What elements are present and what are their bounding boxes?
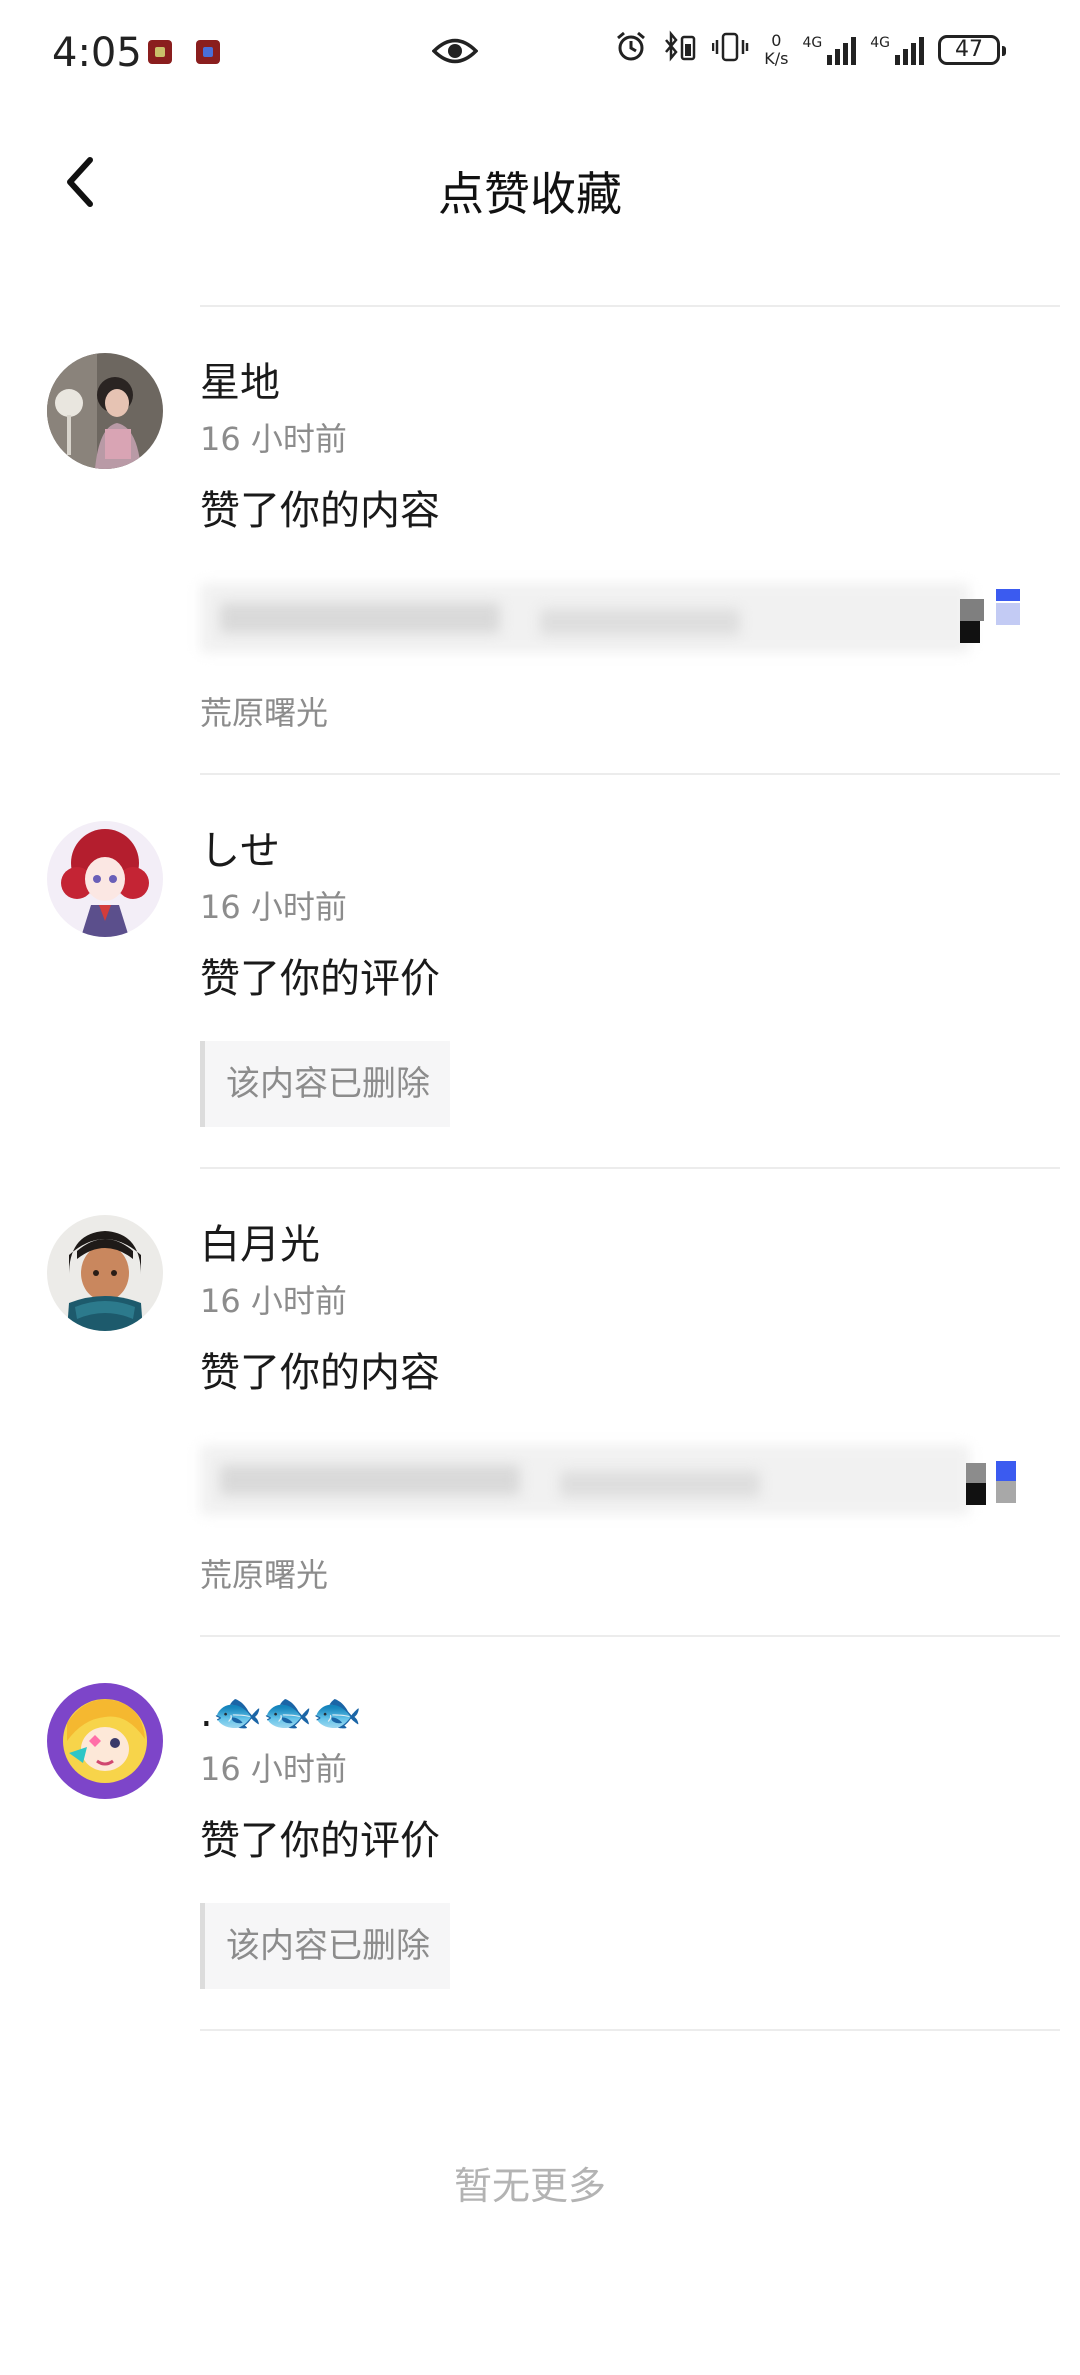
username[interactable]: 星地 bbox=[200, 307, 1060, 409]
notification-item[interactable]: しせ 16 小时前 赞了你的评价 该内容已删除 bbox=[0, 775, 1080, 1167]
nav-bar: 点赞收藏 bbox=[0, 120, 1080, 250]
timestamp: 16 小时前 bbox=[200, 888, 347, 926]
signal-label: 4G bbox=[802, 34, 823, 51]
timestamp: 16 小时前 bbox=[200, 1750, 347, 1788]
notification-list: 星地 16 小时前 赞了你的内容 荒原曙光 しせ 16 小时前 赞了你的评价 该… bbox=[0, 305, 1080, 2031]
avatar[interactable] bbox=[47, 1683, 163, 1799]
notification-item[interactable]: 星地 16 小时前 赞了你的内容 荒原曙光 bbox=[0, 307, 1080, 773]
username[interactable]: しせ bbox=[200, 775, 1060, 877]
username[interactable]: .🐟🐟🐟 bbox=[200, 1637, 1060, 1739]
battery-icon: 47 bbox=[938, 34, 1006, 65]
divider bbox=[200, 2029, 1060, 2031]
timestamp: 16 小时前 bbox=[200, 1282, 347, 1320]
source-label[interactable]: 荒原曙光 bbox=[200, 691, 1060, 773]
notification-item[interactable]: 白月光 16 小时前 赞了你的内容 荒原曙光 bbox=[0, 1169, 1080, 1635]
status-bar: 4:05 0 K/s 4G 4G 47 bbox=[0, 0, 1080, 110]
timestamp: 16 小时前 bbox=[200, 420, 347, 458]
vibrate-icon bbox=[712, 30, 750, 69]
eye-icon bbox=[431, 36, 479, 70]
battery-level: 47 bbox=[955, 37, 983, 62]
alarm-icon bbox=[614, 30, 648, 69]
notification-item[interactable]: .🐟🐟🐟 16 小时前 赞了你的评价 该内容已删除 bbox=[0, 1637, 1080, 2029]
avatar[interactable] bbox=[47, 1215, 163, 1331]
app-notification-icon bbox=[196, 40, 220, 64]
signal-4g-icon: 4G bbox=[802, 34, 857, 65]
action-text: 赞了你的评价 bbox=[200, 1818, 440, 1864]
status-icons: 0 K/s 4G 4G 47 bbox=[614, 30, 1006, 69]
username[interactable]: 白月光 bbox=[200, 1169, 1060, 1271]
deleted-content-box: 该内容已删除 bbox=[200, 1041, 450, 1127]
no-more-label: 暂无更多 bbox=[453, 2164, 606, 2208]
bluetooth-battery-icon bbox=[662, 30, 698, 69]
action-text: 赞了你的内容 bbox=[200, 488, 440, 534]
network-speed-unit: K/s bbox=[764, 48, 789, 68]
source-label[interactable]: 荒原曙光 bbox=[200, 1553, 1060, 1635]
app-notification-icon bbox=[148, 40, 172, 64]
signal-label: 4G bbox=[870, 34, 890, 51]
action-text: 赞了你的内容 bbox=[200, 1350, 440, 1396]
network-speed-value: 0 bbox=[771, 30, 782, 50]
avatar[interactable] bbox=[47, 821, 163, 937]
signal-4g-icon: 4G bbox=[870, 35, 924, 65]
content-preview[interactable] bbox=[140, 1435, 1016, 1525]
deleted-content-box: 该内容已删除 bbox=[200, 1903, 450, 1989]
content-preview[interactable] bbox=[140, 573, 1020, 663]
page-title: 点赞收藏 bbox=[438, 167, 622, 221]
avatar[interactable] bbox=[47, 353, 163, 469]
action-text: 赞了你的评价 bbox=[200, 956, 440, 1002]
status-time: 4:05 bbox=[52, 30, 142, 76]
network-speed: 0 K/s bbox=[764, 30, 789, 68]
